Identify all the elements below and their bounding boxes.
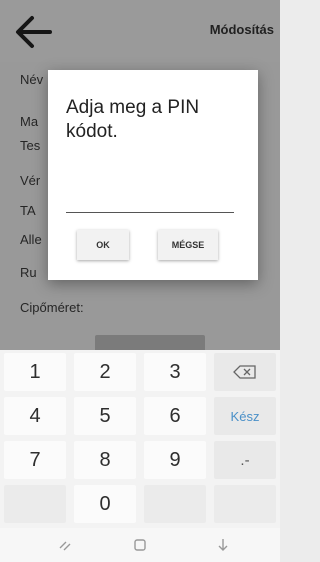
back-down-icon[interactable]: [215, 537, 231, 553]
keyboard-row: 0: [0, 482, 280, 526]
keyboard-row: 4 5 6 Kész: [0, 394, 280, 438]
dialog-message: Adja meg a PIN kódot.: [66, 97, 200, 142]
recent-apps-icon[interactable]: [57, 537, 73, 553]
backspace-key[interactable]: [214, 353, 276, 391]
key-4[interactable]: 4: [4, 397, 66, 435]
key-1[interactable]: 1: [4, 353, 66, 391]
ok-button[interactable]: OK: [77, 230, 129, 260]
cancel-button[interactable]: MÉGSE: [158, 230, 218, 260]
home-icon[interactable]: [132, 537, 148, 553]
backspace-icon: [233, 365, 256, 379]
key-8[interactable]: 8: [74, 441, 136, 479]
key-6[interactable]: 6: [144, 397, 206, 435]
keyboard-row: 1 2 3: [0, 350, 280, 394]
key-7[interactable]: 7: [4, 441, 66, 479]
key-0[interactable]: 0: [74, 485, 136, 523]
numeric-keyboard: 1 2 3 4 5 6 Kész 7 8 9 .- 0: [0, 350, 280, 528]
keyboard-row: 7 8 9 .-: [0, 438, 280, 482]
key-5[interactable]: 5: [74, 397, 136, 435]
symbols-key[interactable]: .-: [214, 441, 276, 479]
key-9[interactable]: 9: [144, 441, 206, 479]
pin-input[interactable]: [66, 188, 234, 213]
pin-dialog: Adja meg a PIN kódot. OK MÉGSE: [48, 70, 258, 280]
done-key[interactable]: Kész: [214, 397, 276, 435]
blank-key: [144, 485, 206, 523]
navigation-bar: [0, 528, 280, 562]
blank-key: [214, 485, 276, 523]
key-2[interactable]: 2: [74, 353, 136, 391]
key-3[interactable]: 3: [144, 353, 206, 391]
blank-key: [4, 485, 66, 523]
